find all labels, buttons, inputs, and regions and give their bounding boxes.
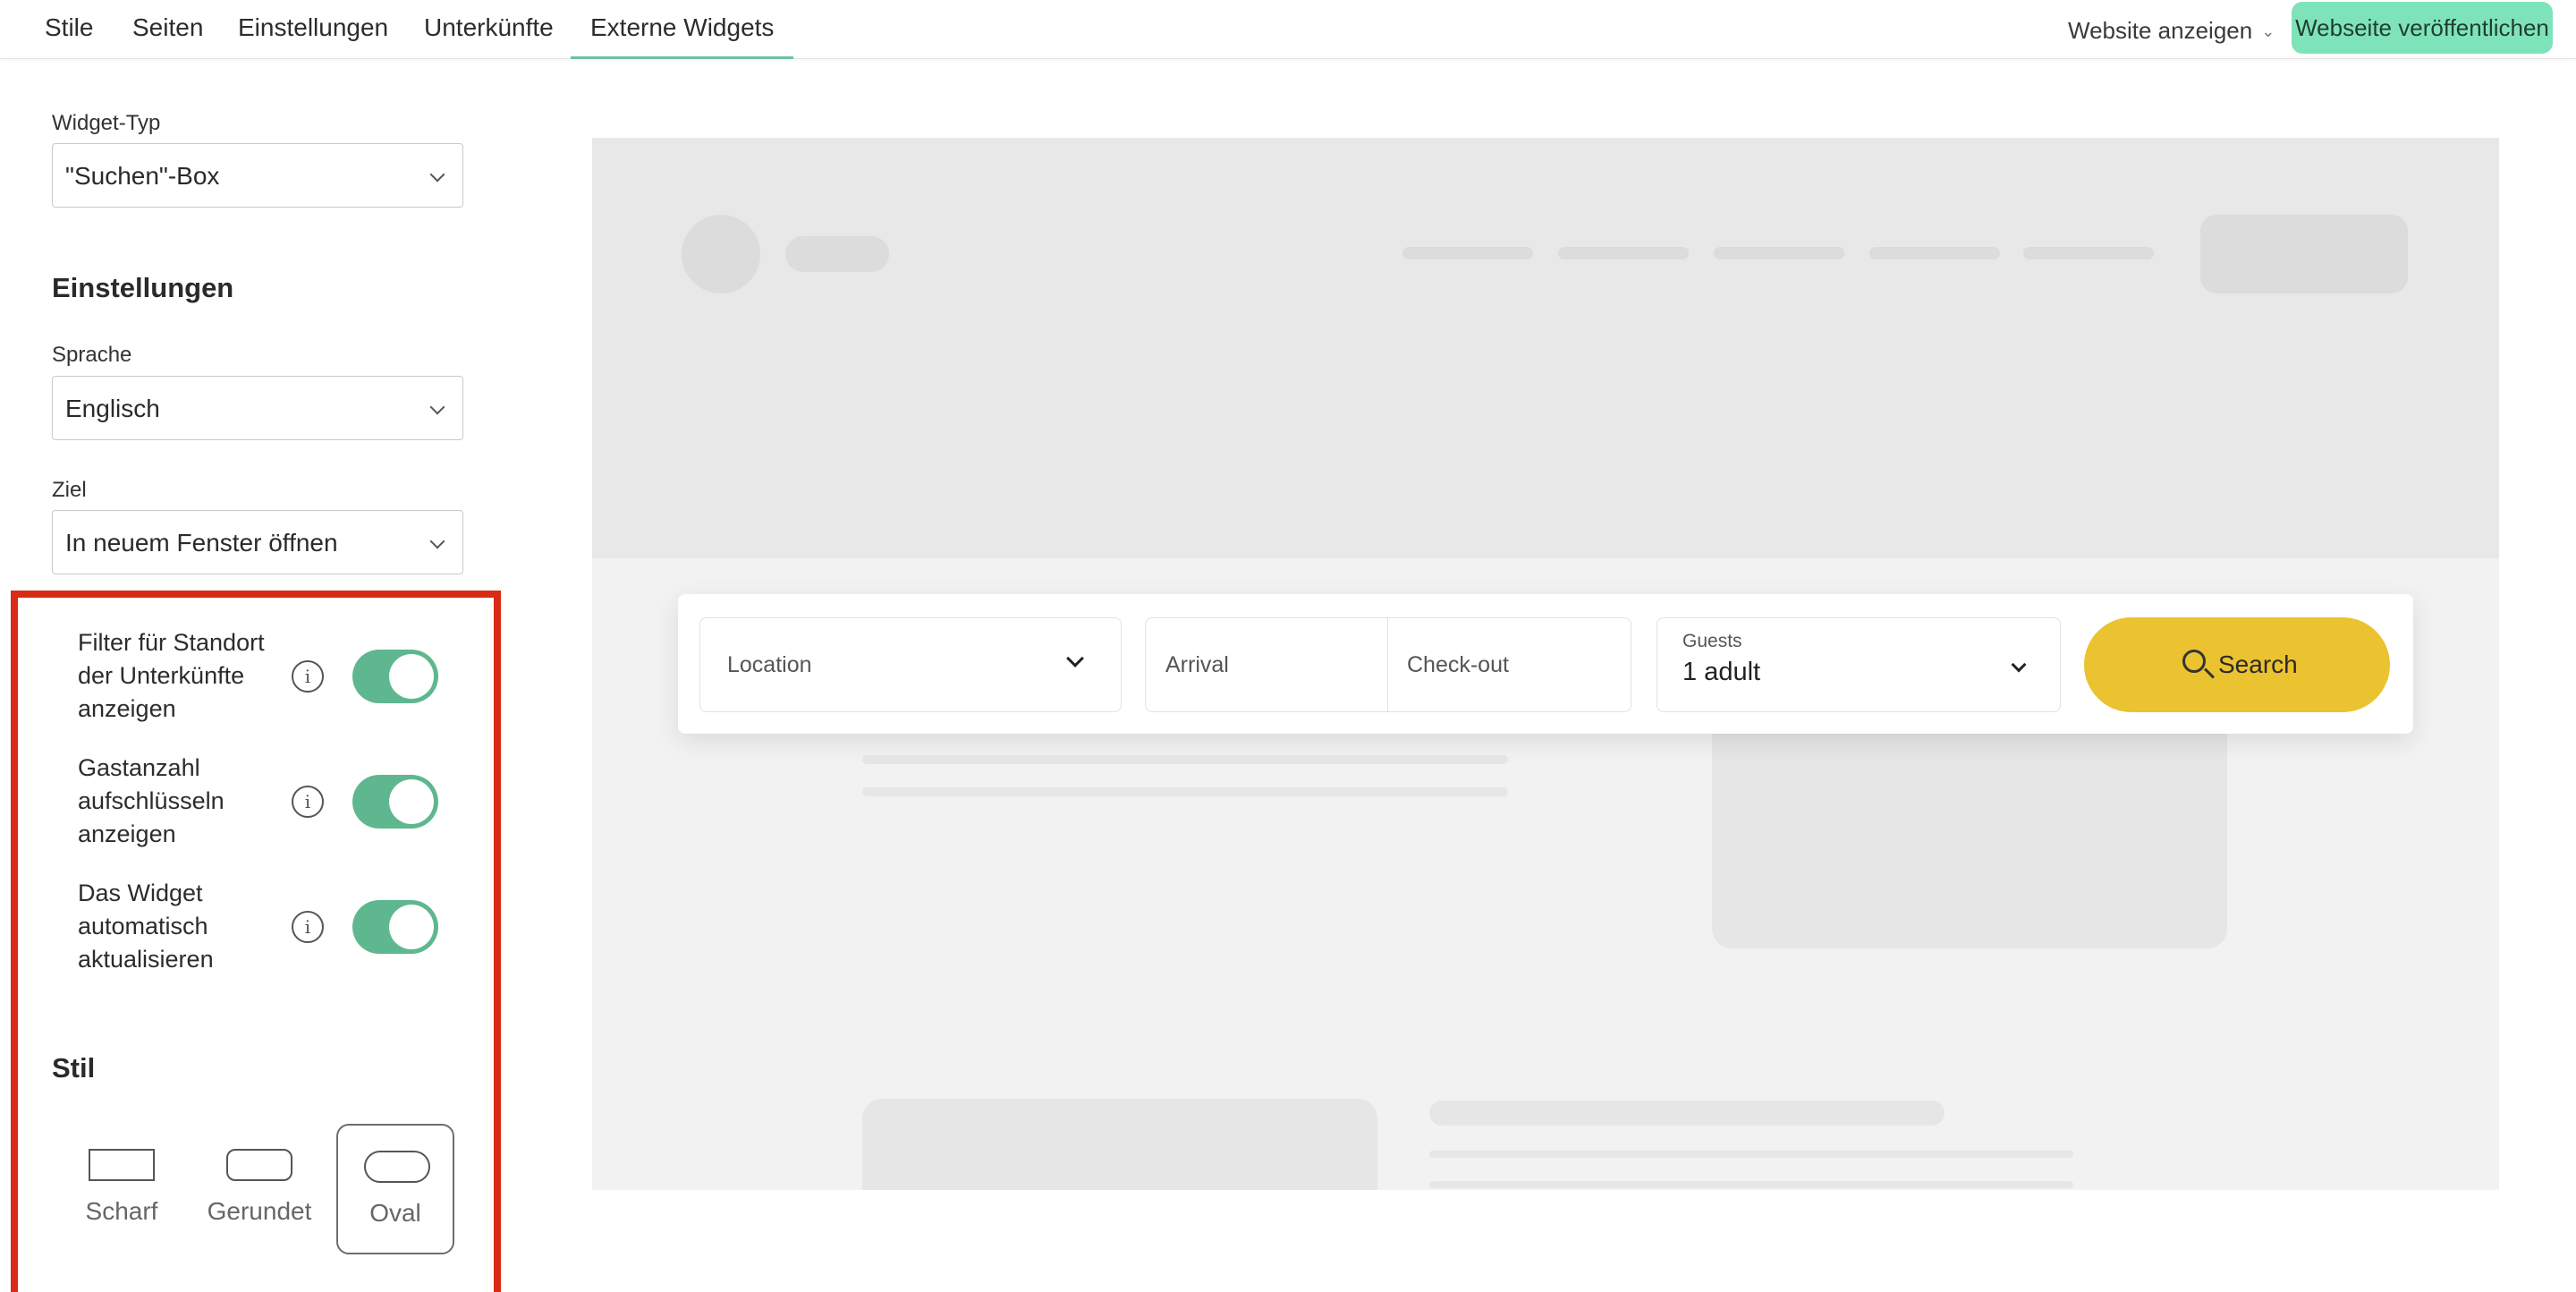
skeleton-card [862, 1099, 1377, 1190]
sharp-shape-icon [89, 1149, 155, 1181]
view-website-label: Website anzeigen [2068, 17, 2253, 44]
widget-type-value: "Suchen"-Box [65, 162, 220, 190]
skeleton-nav-item [2023, 247, 2154, 259]
search-button-label: Search [2218, 650, 2298, 678]
date-range-field[interactable]: Arrival Check-out [1145, 617, 1631, 712]
info-icon[interactable]: i [292, 786, 324, 818]
chevron-down-icon [429, 399, 445, 415]
skeleton-brand [785, 236, 889, 272]
search-icon [2182, 650, 2206, 673]
settings-heading: Einstellungen [52, 272, 234, 303]
target-select[interactable]: In neuem Fenster öffnen [52, 510, 463, 574]
target-label: Ziel [52, 478, 87, 502]
widget-type-select[interactable]: "Suchen"-Box [52, 143, 463, 208]
guests-label: Guests [1682, 631, 1742, 651]
tab-externe-widgets[interactable]: Externe Widgets [571, 0, 794, 59]
skeleton-line [1429, 1151, 2073, 1158]
tab-stile[interactable]: Stile [25, 0, 113, 59]
date-divider [1387, 618, 1388, 711]
rounded-shape-icon [226, 1149, 292, 1181]
checkout-placeholder: Check-out [1407, 652, 1509, 677]
style-option-rounded[interactable]: Gerundet [200, 1124, 318, 1254]
search-widget: Location Arrival Check-out Guests 1 adul… [678, 594, 2413, 734]
style-option-oval[interactable]: Oval [336, 1124, 454, 1254]
arrival-placeholder: Arrival [1165, 652, 1229, 677]
skeleton-line [1429, 1101, 1945, 1126]
info-icon[interactable]: i [292, 660, 324, 693]
preview-hero-placeholder [592, 138, 2499, 558]
guests-select[interactable]: Guests 1 adult [1657, 617, 2061, 712]
style-option-label: Gerundet [207, 1197, 312, 1225]
skeleton-logo [682, 215, 760, 293]
toggle-knob [389, 654, 434, 699]
toggle-label-location-filter: Filter für Standort der Unterkünfte anze… [78, 629, 265, 722]
skeleton-nav-item [1558, 247, 1689, 259]
chevron-down-icon [429, 166, 445, 183]
style-option-sharp[interactable]: Scharf [63, 1124, 181, 1254]
top-navigation: Stile Seiten Einstellungen Unterkünfte E… [0, 0, 2576, 59]
skeleton-nav-item [1714, 247, 1844, 259]
skeleton-card [1712, 707, 2227, 948]
toggle-guest-breakdown[interactable] [352, 775, 438, 829]
skeleton-line [862, 787, 1508, 796]
skeleton-line [862, 755, 1508, 764]
toggle-knob [389, 779, 434, 824]
tab-unterkuenfte[interactable]: Unterkünfte [404, 0, 573, 59]
tab-einstellungen[interactable]: Einstellungen [218, 0, 408, 59]
toggle-label-guest-breakdown: Gastanzahl aufschlüsseln anzeigen [78, 754, 225, 847]
toggle-location-filter[interactable] [352, 650, 438, 703]
skeleton-nav-item [1402, 247, 1533, 259]
oval-shape-icon [364, 1151, 430, 1183]
skeleton-line [1429, 1181, 2073, 1188]
chevron-down-icon [429, 533, 445, 549]
language-value: Englisch [65, 395, 160, 422]
toggle-auto-update[interactable] [352, 900, 438, 954]
language-label: Sprache [52, 343, 132, 367]
guests-value: 1 adult [1682, 658, 1761, 686]
skeleton-nav-item [1869, 247, 2000, 259]
view-website-dropdown[interactable]: Website anzeigen ⌄ [2068, 13, 2275, 48]
style-option-label: Oval [369, 1199, 421, 1227]
widget-type-label: Widget-Typ [52, 111, 161, 135]
language-select[interactable]: Englisch [52, 376, 463, 440]
chevron-down-icon [1066, 650, 1084, 667]
toggle-knob [389, 905, 434, 949]
target-value: In neuem Fenster öffnen [65, 529, 338, 557]
toggle-label-auto-update: Das Widget automatisch aktualisieren [78, 880, 214, 973]
style-option-label: Scharf [85, 1197, 158, 1225]
chevron-down-icon [2011, 657, 2027, 673]
style-heading: Stil [52, 1052, 96, 1084]
location-placeholder: Location [727, 652, 812, 677]
chevron-down-icon: ⌄ [2261, 22, 2275, 40]
location-select[interactable]: Location [699, 617, 1122, 712]
publish-website-button[interactable]: Webseite veröffentlichen [2292, 2, 2553, 54]
widget-preview: Location Arrival Check-out Guests 1 adul… [592, 138, 2499, 1190]
info-icon[interactable]: i [292, 911, 324, 943]
tab-seiten[interactable]: Seiten [113, 0, 223, 59]
skeleton-header-button [2200, 215, 2408, 293]
search-button[interactable]: Search [2084, 617, 2390, 712]
